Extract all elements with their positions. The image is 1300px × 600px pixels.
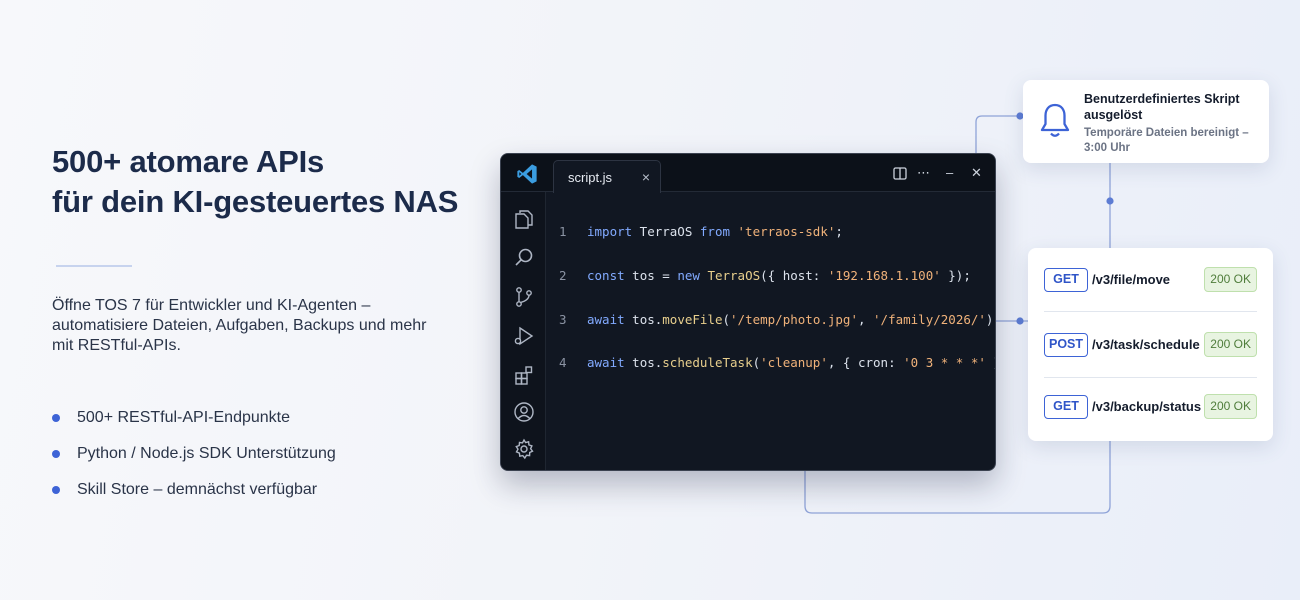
bullet-dot-icon	[52, 414, 60, 422]
tab-script-js[interactable]: script.js ×	[553, 160, 661, 193]
code-token: tos.	[624, 355, 663, 370]
code-editor-window: script.js × ⋯ – ✕ 1 import TerraOS from …	[500, 153, 996, 471]
settings-gear-icon[interactable]	[513, 438, 535, 460]
api-calls-card: GET /v3/file/move 200 OK POST /v3/task/s…	[1028, 248, 1273, 441]
code-token: );	[985, 312, 995, 327]
feature-item: Python / Node.js SDK Unterstützung	[52, 436, 336, 472]
api-row: GET /v3/file/move 200 OK	[1044, 267, 1257, 293]
hero-description: Öffne TOS 7 für Entwickler und KI-Agente…	[52, 297, 427, 354]
code-token: const	[587, 268, 625, 283]
status-badge: 200 OK	[1204, 267, 1257, 292]
title-line-1: 500+ atomare APIs	[52, 144, 325, 179]
endpoint-path: /v3/task/schedule	[1092, 337, 1200, 352]
code-text: await tos.scheduleTask('cleanup', { cron…	[587, 353, 995, 373]
title-divider	[56, 265, 132, 267]
bullet-dot-icon	[52, 486, 60, 494]
run-debug-icon[interactable]	[513, 325, 535, 347]
code-token: moveFile	[662, 312, 723, 327]
tab-label: script.js	[568, 170, 613, 185]
vscode-logo-icon	[517, 164, 537, 184]
code-token: ;	[835, 224, 843, 239]
code-area[interactable]: 1 import TerraOS from 'terraos-sdk'; 2 cons…	[546, 192, 995, 470]
code-token: (	[722, 312, 731, 327]
source-control-icon[interactable]	[513, 286, 535, 308]
api-row: GET /v3/backup/status 200 OK	[1044, 394, 1257, 420]
editor-titlebar: script.js × ⋯ – ✕	[501, 154, 995, 193]
api-row: POST /v3/task/schedule 200 OK	[1044, 332, 1257, 358]
code-token: (	[752, 355, 761, 370]
close-window-icon[interactable]: ✕	[971, 165, 982, 181]
endpoint-path: /v3/file/move	[1092, 272, 1171, 287]
code-token: tos.	[624, 312, 663, 327]
code-token: 'cleanup'	[760, 355, 828, 370]
feature-label: Skill Store – demnächst verfügbar	[77, 481, 318, 498]
minimize-icon[interactable]: –	[946, 165, 953, 181]
code-token: from	[699, 224, 730, 239]
code-token: });	[986, 355, 995, 370]
endpoint-path: /v3/backup/status	[1092, 399, 1202, 414]
search-icon[interactable]	[513, 247, 535, 269]
code-token: });	[940, 268, 971, 283]
code-token: , { cron:	[827, 355, 904, 370]
status-badge: 200 OK	[1204, 332, 1257, 357]
code-token: await	[587, 312, 625, 327]
code-text: await tos.moveFile('/temp/photo.jpg', '/…	[587, 310, 995, 330]
status-badge: 200 OK	[1204, 394, 1257, 419]
code-token: 'terraos-sdk'	[737, 224, 836, 239]
code-token: new	[677, 268, 700, 283]
line-number: 4	[559, 355, 567, 370]
code-token: '/temp/photo.jpg'	[730, 312, 858, 327]
feature-item: 500+ RESTful-API-Endpunkte	[52, 400, 336, 436]
bell-icon	[1040, 103, 1070, 137]
row-divider	[1044, 311, 1257, 312]
notification-title: Benutzerdefiniertes Skript ausgelöst	[1084, 92, 1240, 122]
code-token: TerraOS	[632, 224, 700, 239]
code-token: '0 3 * * *'	[903, 355, 986, 370]
feature-label: 500+ RESTful-API-Endpunkte	[77, 409, 291, 426]
feature-list: 500+ RESTful-API-Endpunkte Python / Node…	[52, 400, 336, 508]
bullet-dot-icon	[52, 450, 60, 458]
method-badge: GET	[1044, 395, 1088, 419]
tab-close-icon[interactable]: ×	[642, 169, 650, 185]
title-line-2: für dein KI-gesteuertes NAS	[52, 184, 459, 219]
activity-bar	[501, 192, 546, 470]
row-divider	[1044, 377, 1257, 378]
notification-card: Benutzerdefiniertes Skript ausgelöst Tem…	[1023, 80, 1269, 163]
notification-subtitle: Temporäre Dateien bereinigt – 3:00 Uhr	[1084, 127, 1249, 154]
code-token: '192.168.1.100'	[827, 268, 941, 283]
line-number: 1	[559, 224, 567, 239]
feature-label: Python / Node.js SDK Unterstützung	[77, 445, 336, 462]
code-token: scheduleTask	[662, 355, 753, 370]
split-editor-icon[interactable]	[893, 167, 907, 180]
code-token: tos =	[624, 268, 678, 283]
feature-item: Skill Store – demnächst verfügbar	[52, 472, 336, 508]
line-number: 3	[559, 312, 567, 327]
code-text: const tos = new TerraOS({ host: '192.168…	[587, 266, 971, 286]
method-badge: POST	[1044, 333, 1089, 357]
code-token: ({ host:	[760, 268, 828, 283]
code-token: ,	[857, 312, 874, 327]
account-icon[interactable]	[513, 401, 535, 423]
code-token: '/family/2026/'	[873, 312, 986, 327]
code-token: TerraOS	[707, 268, 761, 283]
files-icon[interactable]	[513, 208, 535, 230]
page-title: 500+ atomare APIs für dein KI-gesteuerte…	[52, 142, 458, 222]
extensions-icon[interactable]	[513, 364, 535, 386]
code-token: await	[587, 355, 625, 370]
code-token: import	[587, 224, 633, 239]
code-text: import TerraOS from 'terraos-sdk';	[587, 222, 843, 242]
more-actions-icon[interactable]: ⋯	[917, 165, 930, 181]
line-number: 2	[559, 268, 567, 283]
method-badge: GET	[1044, 268, 1088, 292]
